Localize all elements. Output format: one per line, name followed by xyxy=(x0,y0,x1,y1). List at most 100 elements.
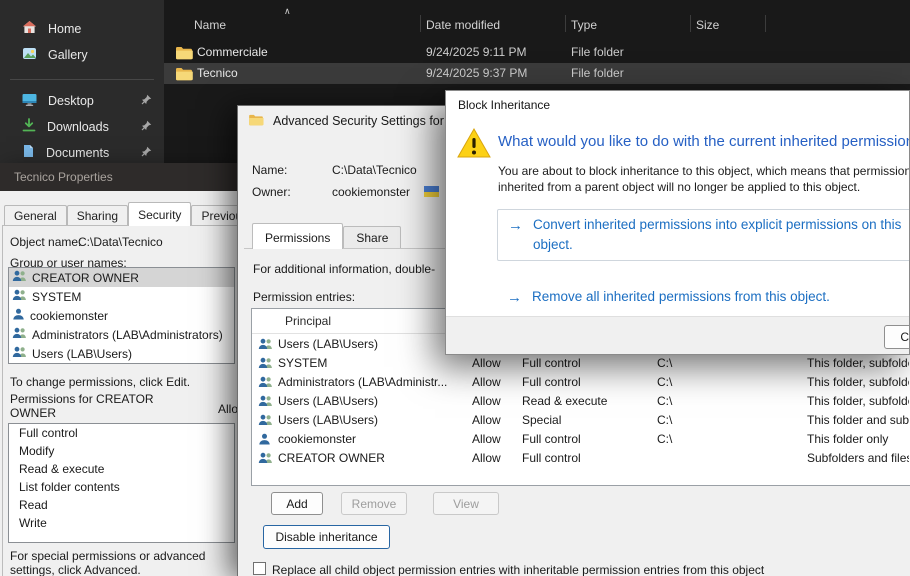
sidebar-item-label: Documents xyxy=(46,146,109,160)
file-list-header: ∧ Name Date modified Type Size xyxy=(164,6,910,38)
permission-item[interactable]: Modify xyxy=(9,442,234,460)
column-divider[interactable] xyxy=(420,15,421,32)
principal-name: Administrators (LAB\Administrators) xyxy=(32,328,223,342)
permission-item[interactable]: Write xyxy=(9,514,234,532)
column-divider[interactable] xyxy=(565,15,566,32)
permission-entries-label: Permission entries: xyxy=(253,290,355,304)
permission-entry-row[interactable]: Users (LAB\Users) Allow Special C:\ This… xyxy=(252,411,910,430)
principal-name: CREATOR OWNER xyxy=(32,271,139,285)
file-type: File folder xyxy=(571,45,624,59)
view-button[interactable]: View xyxy=(433,492,499,515)
permission-entry-row[interactable]: SYSTEM Allow Full control C:\ This folde… xyxy=(252,354,910,373)
gallery-icon xyxy=(22,47,37,63)
pin-icon xyxy=(141,146,152,160)
pin-icon xyxy=(141,94,152,108)
entry-principal: Users (LAB\Users) xyxy=(278,413,466,427)
group-list-item[interactable]: Users (LAB\Users) xyxy=(9,344,234,363)
column-header-size[interactable]: Size xyxy=(696,18,719,32)
column-divider[interactable] xyxy=(765,15,766,32)
properties-titlebar[interactable]: Tecnico Properties xyxy=(0,163,237,191)
entry-access: Special xyxy=(522,413,561,427)
sidebar-item-home[interactable]: Home xyxy=(6,16,160,41)
group-list-item[interactable]: CREATOR OWNER xyxy=(9,268,234,287)
group-list-item[interactable]: SYSTEM xyxy=(9,287,234,306)
file-row-tecnico[interactable]: Tecnico 9/24/2025 9:37 PM File folder xyxy=(164,63,910,84)
entry-type: Allow xyxy=(472,375,501,389)
folder-icon xyxy=(175,46,193,63)
block-inheritance-title: Block Inheritance xyxy=(458,98,550,112)
remove-button[interactable]: Remove xyxy=(341,492,407,515)
entry-access: Full control xyxy=(522,375,581,389)
owner-value: cookiemonster xyxy=(332,185,410,199)
owner-label: Owner: xyxy=(252,185,291,199)
sidebar-item-label: Downloads xyxy=(47,120,109,134)
permission-item[interactable]: Full control xyxy=(9,424,234,442)
warning-icon xyxy=(456,127,492,162)
advanced-note: For special permissions or advanced sett… xyxy=(10,549,237,576)
permission-item[interactable]: List folder contents xyxy=(9,478,234,496)
convert-permissions-option[interactable]: → Convert inherited permissions into exp… xyxy=(497,209,910,261)
permission-entry-row[interactable]: Users (LAB\Users) Allow Read & execute C… xyxy=(252,392,910,411)
entry-inherited-from: C:\ xyxy=(657,356,672,370)
sidebar-item-downloads[interactable]: Downloads xyxy=(6,114,160,139)
tab-permissions[interactable]: Permissions xyxy=(252,223,343,249)
tab-sharing[interactable]: Sharing xyxy=(67,205,128,226)
replace-permissions-checkbox[interactable] xyxy=(253,562,266,575)
remove-permissions-option[interactable]: → Remove all inherited permissions from … xyxy=(497,287,830,308)
name-value: C:\Data\Tecnico xyxy=(332,163,417,177)
tab-share[interactable]: Share xyxy=(343,226,401,249)
column-header-date-modified[interactable]: Date modified xyxy=(426,18,500,32)
block-inheritance-dialog: Block Inheritance What would you like to… xyxy=(445,90,910,355)
permission-entry-row[interactable]: cookiemonster Allow Full control C:\ Thi… xyxy=(252,430,910,449)
tecnico-properties-dialog: Tecnico Properties General Sharing Secur… xyxy=(0,163,237,576)
group-list-item[interactable]: Administrators (LAB\Administrators) xyxy=(9,325,234,344)
advanced-tab-strip: Permissions Share xyxy=(252,223,401,249)
command-arrow-icon: → xyxy=(507,287,522,308)
folder-icon xyxy=(248,114,264,129)
entry-applies-to: This folder, subfolde... xyxy=(807,356,909,370)
file-date-modified: 9/24/2025 9:37 PM xyxy=(426,66,527,80)
block-body-line-1: You are about to block inheritance to th… xyxy=(498,164,910,178)
entry-applies-to: This folder only xyxy=(807,432,909,446)
block-inheritance-heading: What would you like to do with the curre… xyxy=(498,133,910,150)
disable-inheritance-button[interactable]: Disable inheritance xyxy=(263,525,390,549)
sidebar-item-desktop[interactable]: Desktop xyxy=(6,88,160,113)
entry-access: Full control xyxy=(522,451,581,465)
file-name: Tecnico xyxy=(197,66,238,80)
entry-inherited-from: C:\ xyxy=(657,432,672,446)
entry-inherited-from: C:\ xyxy=(657,375,672,389)
file-row-commerciale[interactable]: Commerciale 9/24/2025 9:11 PM File folde… xyxy=(164,42,910,63)
add-button[interactable]: Add xyxy=(271,492,323,515)
file-type: File folder xyxy=(571,66,624,80)
object-name-label: Object name: xyxy=(10,235,81,249)
entry-type: Allow xyxy=(472,413,501,427)
group-icon xyxy=(258,338,273,353)
column-header-name[interactable]: Name xyxy=(194,18,226,32)
remove-permissions-label: Remove all inherited permissions from th… xyxy=(532,287,830,308)
permission-item[interactable]: Read xyxy=(9,496,234,514)
downloads-icon xyxy=(22,118,36,135)
entry-access: Full control xyxy=(522,432,581,446)
sidebar-item-documents[interactable]: Documents xyxy=(6,140,160,165)
entry-type: Allow xyxy=(472,432,501,446)
sidebar-item-gallery[interactable]: Gallery xyxy=(6,42,160,67)
permission-entry-row[interactable]: CREATOR OWNER Allow Full control Subfold… xyxy=(252,449,910,468)
group-icon xyxy=(12,270,27,285)
tab-previous-versions[interactable]: Previous Versions xyxy=(191,205,237,226)
column-header-type[interactable]: Type xyxy=(571,18,597,32)
column-divider[interactable] xyxy=(690,15,691,32)
cancel-button[interactable]: Cancel xyxy=(884,325,910,349)
group-list-item[interactable]: cookiemonster xyxy=(9,306,234,325)
principal-column-header[interactable]: Principal xyxy=(285,314,331,328)
owner-account-flag-icon xyxy=(424,186,439,197)
tab-general[interactable]: General xyxy=(4,205,67,226)
group-icon xyxy=(12,289,27,304)
folder-icon xyxy=(175,67,193,84)
tab-security[interactable]: Security xyxy=(128,202,191,226)
permission-entry-row[interactable]: Administrators (LAB\Administr... Allow F… xyxy=(252,373,910,392)
permission-item[interactable]: Read & execute xyxy=(9,460,234,478)
file-name: Commerciale xyxy=(197,45,268,59)
entry-applies-to: This folder, subfolde... xyxy=(807,394,909,408)
user-icon xyxy=(258,433,271,448)
group-icon xyxy=(258,414,273,429)
